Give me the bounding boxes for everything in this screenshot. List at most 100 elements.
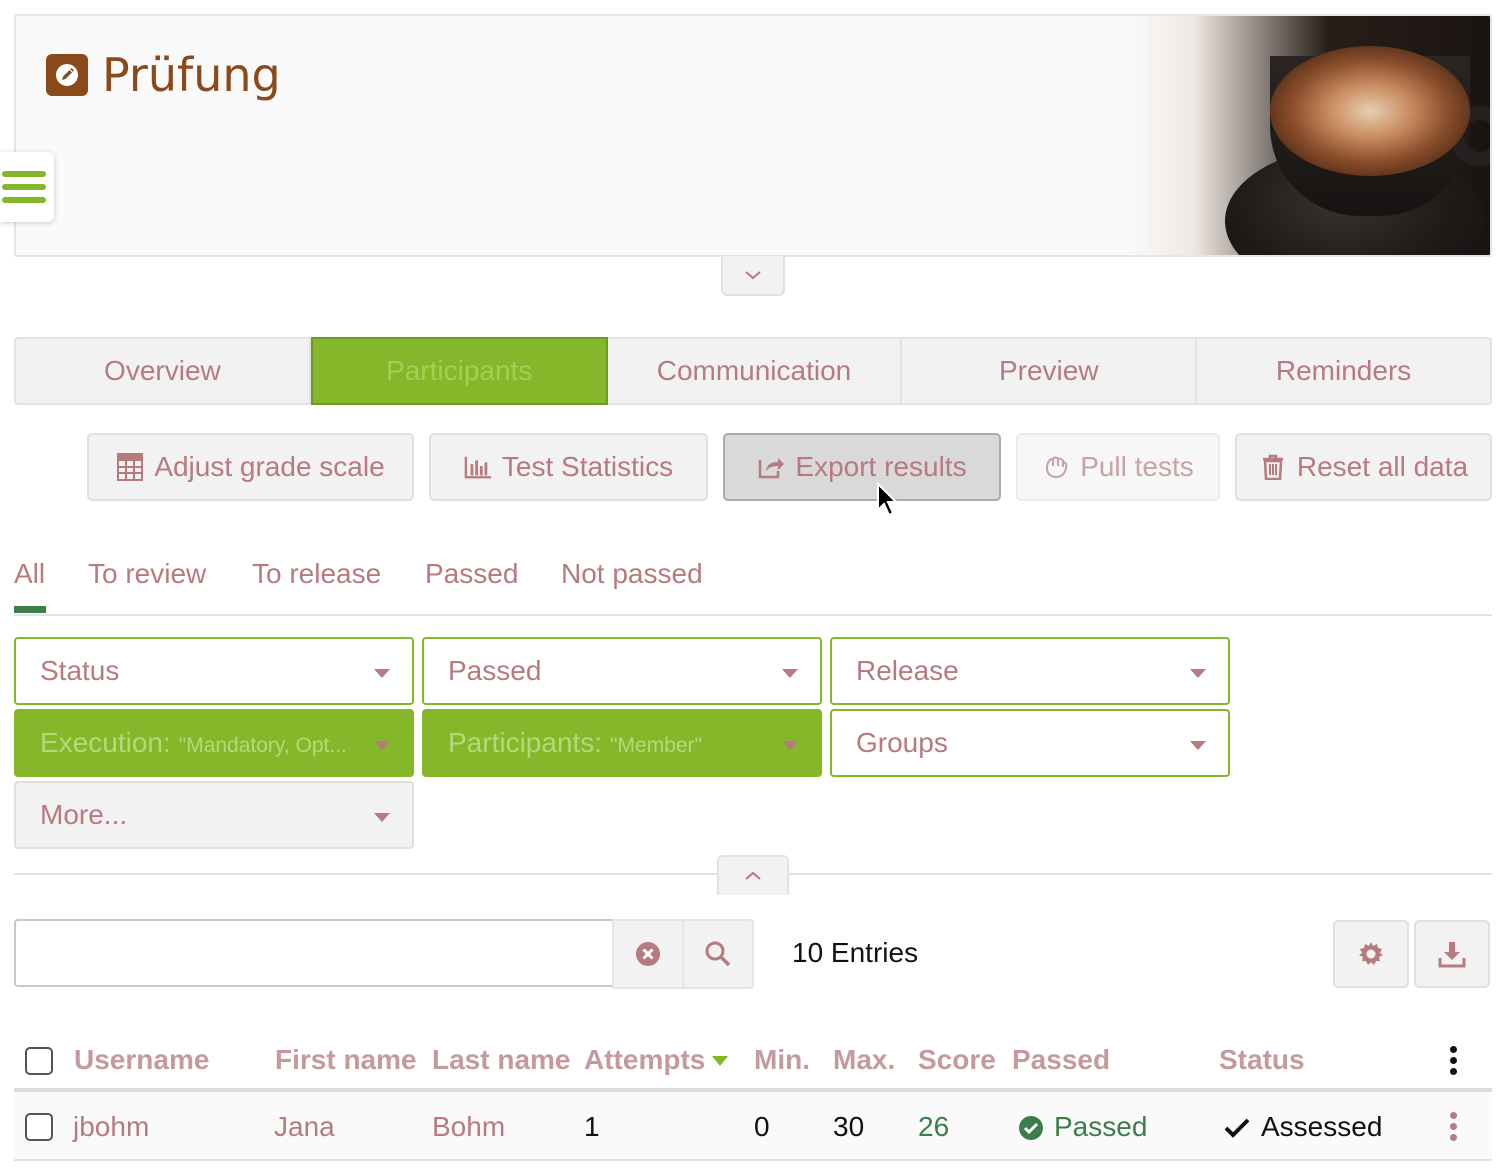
col-last-name[interactable]: Last name	[432, 1044, 571, 1076]
row-checkbox[interactable]	[25, 1113, 53, 1141]
cell-score: 26	[918, 1111, 950, 1142]
test-statistics-label: Test Statistics	[501, 451, 674, 482]
tab-communication[interactable]: Communication	[608, 339, 903, 403]
cell-last-name[interactable]: Bohm	[432, 1111, 505, 1143]
status-filter-label: Status	[40, 655, 120, 686]
col-first-name[interactable]: First name	[275, 1044, 417, 1076]
entries-count: 10 Entries	[792, 937, 919, 968]
cell-passed: Passed	[1054, 1111, 1148, 1142]
col-score[interactable]: Score	[918, 1044, 996, 1076]
export-results-label: Export results	[795, 451, 967, 482]
participants-filter[interactable]: Participants: "Member"	[422, 709, 822, 777]
adjust-grade-scale-button[interactable]: Adjust grade scale	[87, 433, 414, 501]
active-segment-indicator	[14, 606, 46, 613]
cell-max: 30	[833, 1111, 865, 1142]
main-tabs: Overview Participants Communication Prev…	[14, 337, 1492, 405]
cell-first-name[interactable]: Jana	[274, 1111, 335, 1143]
trash-icon	[1259, 453, 1287, 481]
row-actions-icon[interactable]	[1450, 1112, 1457, 1141]
passed-filter-label: Passed	[448, 655, 542, 686]
more-filters[interactable]: More...	[14, 781, 414, 849]
collapse-filters-button[interactable]	[717, 855, 789, 895]
cell-status: Assessed	[1261, 1111, 1383, 1142]
col-min[interactable]: Min.	[754, 1044, 810, 1076]
table-row: jbohm Jana Bohm 1 0 30 26 Passed Assesse…	[14, 1093, 1492, 1161]
clear-circle-icon	[636, 942, 660, 966]
col-max[interactable]: Max.	[833, 1044, 895, 1076]
search-button[interactable]	[682, 919, 754, 989]
export-results-button[interactable]: Export results	[723, 433, 1001, 501]
page-title: Prüfung	[46, 48, 281, 102]
bar-chart-icon	[464, 453, 492, 481]
groups-filter[interactable]: Groups	[830, 709, 1230, 777]
sort-desc-icon	[712, 1056, 728, 1066]
segment-to-release[interactable]: To release	[252, 558, 381, 590]
mouse-cursor-icon	[877, 482, 899, 517]
caret-down-icon	[782, 669, 798, 678]
col-attempts[interactable]: Attempts	[584, 1044, 705, 1076]
check-circle-icon	[1019, 1116, 1043, 1140]
segment-passed[interactable]: Passed	[425, 558, 518, 590]
participants-filter-label: Participants:	[448, 727, 603, 758]
table-settings-button[interactable]	[1333, 920, 1409, 988]
tab-overview[interactable]: Overview	[16, 339, 311, 403]
coffee-image	[1130, 16, 1490, 255]
expand-header-button[interactable]	[721, 256, 785, 296]
cell-min: 0	[754, 1111, 770, 1142]
groups-filter-label: Groups	[856, 727, 948, 758]
segment-to-review[interactable]: To review	[88, 558, 206, 590]
status-filter[interactable]: Status	[14, 637, 414, 705]
hamburger-icon	[2, 171, 46, 177]
course-header: Prüfung	[14, 14, 1492, 257]
adjust-grade-scale-label: Adjust grade scale	[154, 451, 385, 482]
pull-tests-button[interactable]: Pull tests	[1016, 433, 1220, 501]
gear-icon	[1359, 942, 1383, 965]
test-statistics-button[interactable]: Test Statistics	[429, 433, 708, 501]
column-options-icon[interactable]	[1450, 1046, 1457, 1075]
course-title: Prüfung	[102, 48, 281, 102]
chevron-down-icon	[745, 271, 761, 280]
caret-down-icon	[1190, 741, 1206, 750]
caret-down-icon	[374, 741, 390, 750]
col-status[interactable]: Status	[1219, 1044, 1305, 1076]
release-filter-label: Release	[856, 655, 959, 686]
release-filter[interactable]: Release	[830, 637, 1230, 705]
edit-icon	[46, 54, 88, 96]
clear-search-button[interactable]	[612, 919, 684, 989]
segment-filter: All To review To release Passed Not pass…	[14, 556, 1492, 616]
cell-attempts: 1	[584, 1111, 600, 1142]
tab-reminders[interactable]: Reminders	[1197, 339, 1490, 403]
participants-filter-value: "Member"	[610, 734, 703, 757]
col-passed[interactable]: Passed	[1012, 1044, 1110, 1076]
execution-filter-value: "Mandatory, Opt...	[178, 734, 347, 757]
execution-filter[interactable]: Execution: "Mandatory, Opt...	[14, 709, 414, 777]
select-all-checkbox[interactable]	[25, 1047, 53, 1075]
calculator-icon	[116, 453, 144, 481]
checkmark-icon	[1224, 1118, 1250, 1138]
col-username[interactable]: Username	[74, 1044, 209, 1076]
download-icon	[1438, 942, 1466, 968]
more-filters-label: More...	[40, 799, 128, 830]
tab-preview[interactable]: Preview	[902, 339, 1198, 403]
caret-down-icon	[374, 813, 390, 822]
cell-username[interactable]: jbohm	[73, 1111, 149, 1143]
tab-participants[interactable]: Participants	[310, 337, 608, 405]
search-input[interactable]	[14, 919, 614, 987]
download-button[interactable]	[1414, 920, 1490, 988]
share-icon	[757, 453, 785, 481]
execution-filter-label: Execution:	[40, 727, 171, 758]
reset-all-data-label: Reset all data	[1296, 451, 1469, 482]
passed-filter[interactable]: Passed	[422, 637, 822, 705]
table-header: Username First name Last name Attempts M…	[14, 1030, 1492, 1092]
pull-tests-label: Pull tests	[1080, 451, 1194, 482]
search-icon	[705, 941, 731, 967]
caret-down-icon	[374, 669, 390, 678]
hand-icon	[1042, 453, 1070, 481]
reset-all-data-button[interactable]: Reset all data	[1235, 433, 1492, 501]
segment-not-passed[interactable]: Not passed	[561, 558, 703, 590]
caret-down-icon	[1190, 669, 1206, 678]
caret-down-icon	[782, 741, 798, 750]
menu-toggle-button[interactable]	[0, 152, 54, 222]
segment-all[interactable]: All	[14, 558, 45, 590]
chevron-up-icon	[745, 871, 761, 880]
